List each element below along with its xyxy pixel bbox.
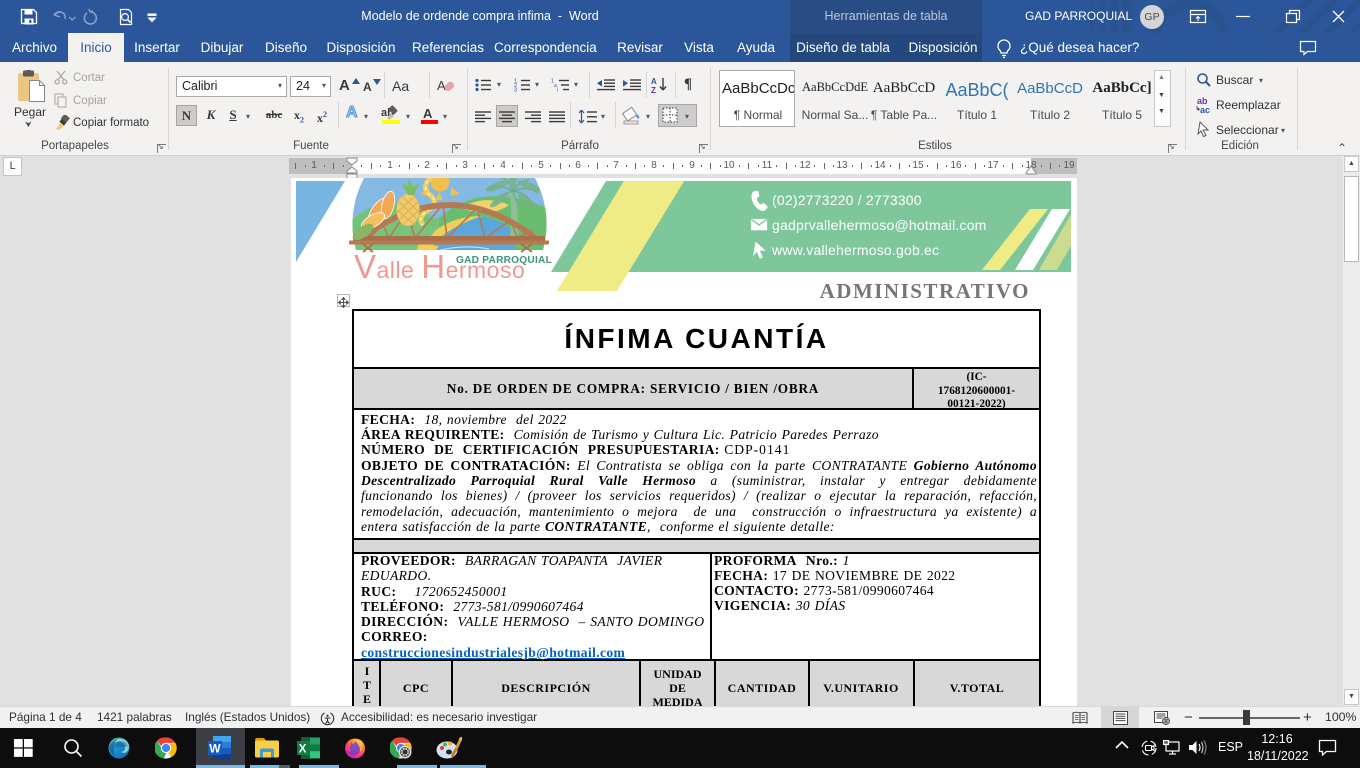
svg-text:A: A (651, 77, 657, 86)
svg-text:ac: ac (1200, 105, 1210, 114)
svg-text:A: A (423, 106, 433, 121)
svg-text:Z: Z (651, 86, 656, 94)
svg-text:3: 3 (514, 88, 517, 93)
svg-text:i: i (557, 88, 558, 93)
svg-text:W: W (209, 742, 221, 756)
svg-text:X: X (299, 744, 307, 756)
svg-text:A: A (437, 78, 446, 93)
